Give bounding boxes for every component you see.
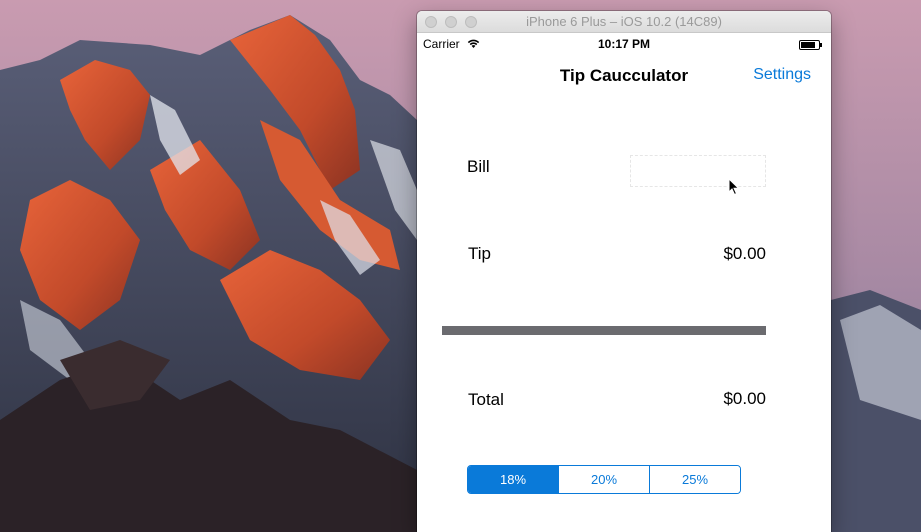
mouse-pointer-icon bbox=[728, 177, 740, 201]
window-titlebar[interactable]: iPhone 6 Plus – iOS 10.2 (14C89) bbox=[417, 11, 831, 33]
tip-amount: $0.00 bbox=[723, 244, 766, 263]
bill-label: Bill bbox=[467, 157, 490, 176]
navigation-bar: Tip Caucculator Settings bbox=[417, 53, 831, 97]
settings-button[interactable]: Settings bbox=[753, 66, 811, 84]
simulator-window: iPhone 6 Plus – iOS 10.2 (14C89) Carrier… bbox=[417, 11, 831, 532]
tip-option-25[interactable]: 25% bbox=[649, 466, 740, 493]
total-amount: $0.00 bbox=[723, 389, 766, 408]
tip-label: Tip bbox=[468, 244, 491, 263]
total-label: Total bbox=[468, 390, 504, 409]
tip-percentage-segmented-control: 18% 20% 25% bbox=[467, 465, 741, 494]
battery-icon bbox=[799, 39, 823, 53]
divider-bar bbox=[442, 326, 766, 335]
ios-status-bar: Carrier 10:17 PM bbox=[417, 33, 831, 53]
window-title: iPhone 6 Plus – iOS 10.2 (14C89) bbox=[526, 14, 722, 29]
bill-input[interactable] bbox=[630, 155, 766, 187]
tip-option-18[interactable]: 18% bbox=[468, 466, 558, 493]
tip-option-20[interactable]: 20% bbox=[558, 466, 649, 493]
status-time: 10:17 PM bbox=[597, 37, 651, 51]
